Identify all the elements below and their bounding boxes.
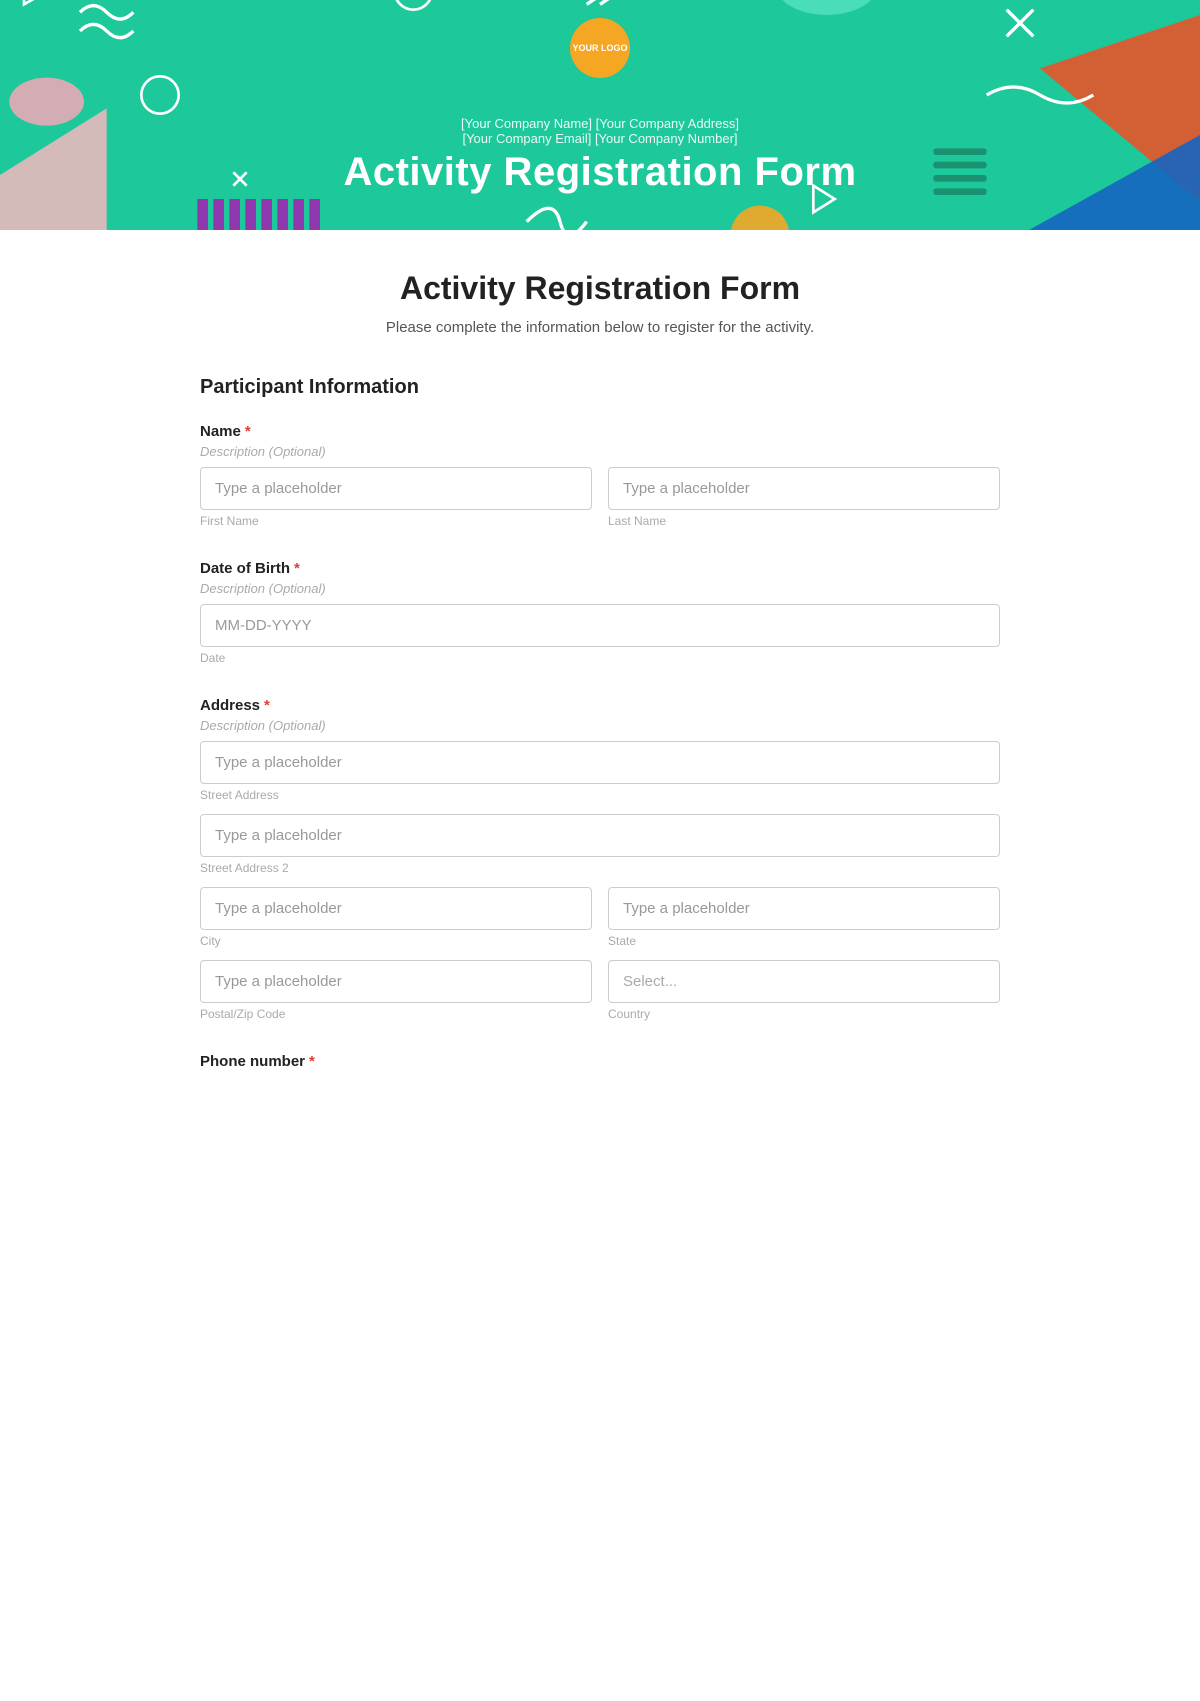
postal-sublabel: Postal/Zip Code [200,1007,592,1021]
name-required-star: * [245,423,251,440]
name-input-row: First Name Last Name [200,467,1000,528]
state-input[interactable] [608,887,1000,930]
city-wrapper: City [200,887,592,948]
dob-input[interactable] [200,604,1000,647]
street1-wrapper: Street Address [200,741,1000,802]
country-sublabel: Country [608,1007,1000,1021]
address-field-group: Address * Description (Optional) Street … [200,697,1000,1021]
city-input[interactable] [200,887,592,930]
name-label: Name * [200,423,1000,440]
form-subtitle: Please complete the information below to… [200,319,1000,336]
last-name-input[interactable] [608,467,1000,510]
postal-wrapper: Postal/Zip Code [200,960,592,1021]
form-main-title: Activity Registration Form [200,270,1000,307]
company-info: [Your Company Name] [Your Company Addres… [461,116,739,146]
country-select[interactable]: Select... [608,960,1000,1003]
first-name-wrapper: First Name [200,467,592,528]
logo-circle: YOUR LOGO [570,18,630,78]
street1-sublabel: Street Address [200,788,1000,802]
first-name-sublabel: First Name [200,514,592,528]
dob-input-wrapper: Date [200,604,1000,665]
postal-country-row: Postal/Zip Code Select... Country [200,960,1000,1021]
city-state-row: City State [200,887,1000,948]
first-name-input[interactable] [200,467,592,510]
state-wrapper: State [608,887,1000,948]
name-field-group: Name * Description (Optional) First Name… [200,423,1000,528]
street2-wrapper: Street Address 2 [200,814,1000,875]
address-required-star: * [264,697,270,714]
banner-title: Activity Registration Form [343,150,856,195]
dob-description: Description (Optional) [200,581,1000,596]
country-wrapper: Select... Country [608,960,1000,1021]
dob-field-group: Date of Birth * Description (Optional) D… [200,560,1000,665]
dob-sublabel: Date [200,651,1000,665]
last-name-wrapper: Last Name [608,467,1000,528]
address-description: Description (Optional) [200,718,1000,733]
city-sublabel: City [200,934,592,948]
phone-required-star: * [309,1053,315,1070]
name-description: Description (Optional) [200,444,1000,459]
phone-field-group: Phone number * [200,1053,1000,1070]
phone-label: Phone number * [200,1053,1000,1070]
postal-input[interactable] [200,960,592,1003]
street1-input[interactable] [200,741,1000,784]
street2-sublabel: Street Address 2 [200,861,1000,875]
address-label: Address * [200,697,1000,714]
dob-label: Date of Birth * [200,560,1000,577]
form-container: Activity Registration Form Please comple… [180,230,1020,1162]
banner: YOUR LOGO [Your Company Name] [Your Comp… [0,0,1200,230]
section-participant-title: Participant Information [200,376,1000,399]
street2-input[interactable] [200,814,1000,857]
last-name-sublabel: Last Name [608,514,1000,528]
dob-required-star: * [294,560,300,577]
state-sublabel: State [608,934,1000,948]
